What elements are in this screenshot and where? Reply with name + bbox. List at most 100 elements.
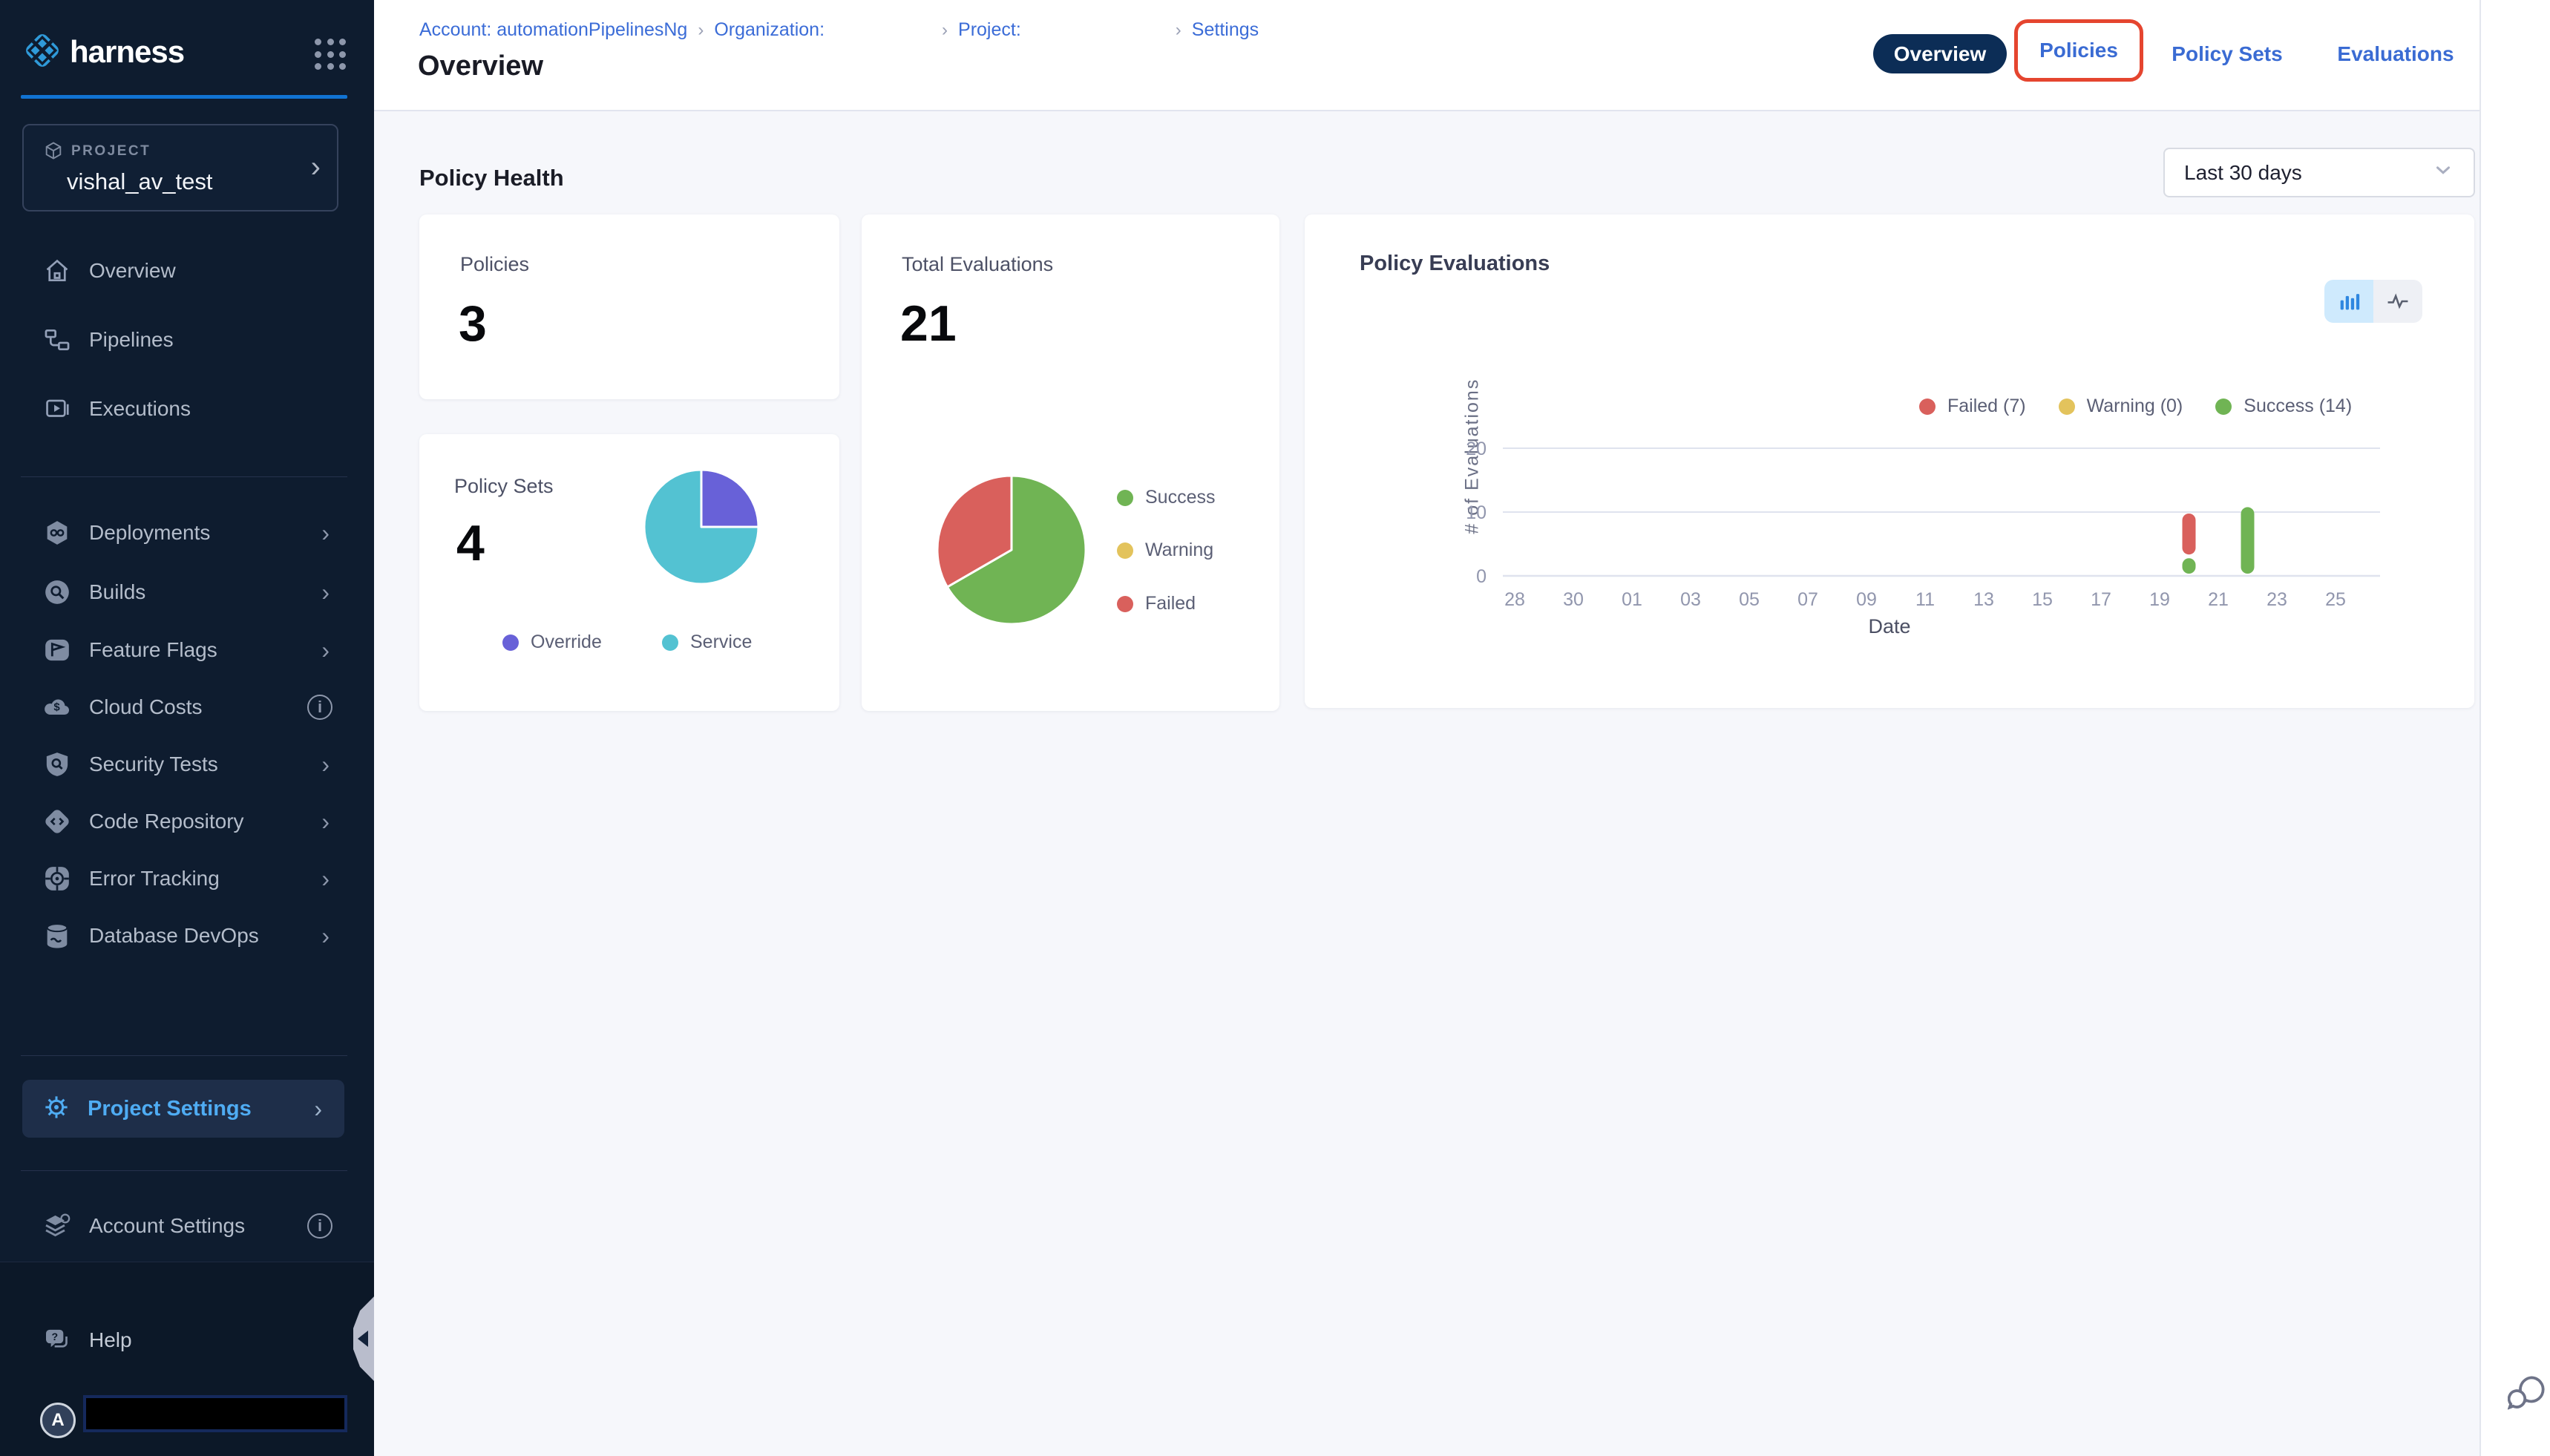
legend-item-service: Service xyxy=(662,632,752,653)
sidebar-divider xyxy=(21,1055,347,1056)
sidebar-item-security-tests[interactable]: Security Tests › xyxy=(22,742,352,787)
svg-text:05: 05 xyxy=(1739,589,1760,610)
svg-text:09: 09 xyxy=(1856,589,1877,610)
sidebar-item-label: Account Settings xyxy=(89,1214,245,1238)
sidebar-item-label: Overview xyxy=(89,259,176,283)
sidebar-item-deployments[interactable]: Deployments › xyxy=(22,511,352,555)
sidebar-item-label: Project Settings xyxy=(88,1097,252,1121)
svg-text:20: 20 xyxy=(1466,439,1487,459)
failed-dot xyxy=(1117,596,1133,612)
tab-evaluations[interactable]: Evaluations xyxy=(2336,34,2455,73)
chevron-right-icon: › xyxy=(942,20,948,41)
svg-text:10: 10 xyxy=(1466,502,1487,523)
svg-text:?: ? xyxy=(52,1331,59,1343)
svg-text:17: 17 xyxy=(2091,589,2111,610)
deployments-icon xyxy=(42,517,73,548)
breadcrumb-organization[interactable]: Organization: xyxy=(714,19,825,41)
svg-text:15: 15 xyxy=(2032,589,2053,610)
home-icon xyxy=(42,255,73,286)
app-grid-icon[interactable] xyxy=(315,39,347,71)
tab-policies-annotated[interactable]: Policies xyxy=(2014,19,2143,82)
sidebar-divider xyxy=(21,1170,347,1171)
date-range-select[interactable]: Last 30 days xyxy=(2163,148,2475,197)
tab-overview[interactable]: Overview xyxy=(1873,34,2007,73)
project-selector[interactable]: PROJECT vishal_av_test › xyxy=(22,124,338,211)
sidebar-item-error-tracking[interactable]: Error Tracking › xyxy=(22,856,352,901)
info-icon[interactable]: i xyxy=(307,1213,332,1239)
redacted-username xyxy=(83,1395,347,1432)
sidebar-item-label: Builds xyxy=(89,580,145,604)
code-repository-icon xyxy=(42,806,73,837)
main-content: Policy Health Last 30 days Policies 3 To… xyxy=(374,111,2479,1456)
sidebar-item-executions[interactable]: Executions xyxy=(22,387,352,431)
database-devops-icon xyxy=(42,920,73,951)
sidebar-item-label: Security Tests xyxy=(89,752,218,776)
success-dot xyxy=(1117,490,1133,506)
sidebar-item-label: Code Repository xyxy=(89,810,244,833)
chevron-right-icon: › xyxy=(321,865,330,893)
sidebar-item-cloud-costs[interactable]: $ Cloud Costs i xyxy=(22,685,352,729)
svg-text:23: 23 xyxy=(2267,589,2287,610)
breadcrumb-settings[interactable]: Settings xyxy=(1192,19,1259,41)
chevron-right-icon: › xyxy=(321,579,330,606)
harness-policy-overview-page: harness PROJECT vishal_av_test › Overvie… xyxy=(0,0,2550,1456)
sidebar-item-pipelines[interactable]: Pipelines xyxy=(22,318,352,362)
help-chat-icon: ? xyxy=(42,1325,73,1356)
chevron-right-icon: › xyxy=(314,1095,322,1123)
policies-card-value: 3 xyxy=(459,295,487,352)
breadcrumb-account[interactable]: Account: automationPipelinesNg xyxy=(419,19,687,41)
sidebar-item-code-repository[interactable]: Code Repository › xyxy=(22,799,352,844)
total-evaluations-pie-chart xyxy=(933,471,1090,629)
sidebar-item-database-devops[interactable]: Database DevOps › xyxy=(22,914,352,958)
info-icon[interactable]: i xyxy=(307,695,332,720)
warning-dot xyxy=(1117,542,1133,559)
sidebar-item-label: Cloud Costs xyxy=(89,695,203,719)
cube-icon xyxy=(43,140,64,165)
policy-sets-card: Policy Sets 4 Override Service xyxy=(419,434,839,711)
policies-card: Policies 3 xyxy=(419,214,839,399)
svg-text:28: 28 xyxy=(1504,589,1525,610)
legend-item-success: Success xyxy=(1117,487,1215,508)
chevron-right-icon: › xyxy=(321,808,330,836)
sidebar-item-overview[interactable]: Overview xyxy=(22,249,352,293)
svg-text:11: 11 xyxy=(1915,589,1935,610)
breadcrumb-project[interactable]: Project: xyxy=(958,19,1021,41)
tab-policy-sets[interactable]: Policy Sets xyxy=(2172,34,2283,73)
svg-text:25: 25 xyxy=(2325,589,2346,610)
svg-text:0: 0 xyxy=(1476,566,1487,587)
chevron-down-icon xyxy=(2432,159,2454,186)
section-title: Policy Health xyxy=(419,165,564,191)
sidebar-item-feature-flags[interactable]: Feature Flags › xyxy=(22,628,352,672)
sidebar-item-builds[interactable]: Builds › xyxy=(22,570,352,614)
policy-sets-pie-chart xyxy=(641,467,761,587)
pipelines-icon xyxy=(42,324,73,355)
legend-item-override: Override xyxy=(502,632,602,653)
sidebar: harness PROJECT vishal_av_test › Overvie… xyxy=(0,0,374,1456)
chevron-right-icon: › xyxy=(1176,20,1181,41)
sidebar-item-label: Error Tracking xyxy=(89,867,220,891)
legend-item-failed: Failed xyxy=(1117,593,1196,614)
harness-logo-text: harness xyxy=(70,34,184,70)
chevron-right-icon: › xyxy=(321,922,330,950)
user-avatar[interactable]: A xyxy=(40,1403,76,1438)
sidebar-item-account-settings[interactable]: Account Settings i xyxy=(22,1204,352,1248)
support-chat-icon[interactable] xyxy=(2508,1371,2546,1417)
sidebar-item-label: Executions xyxy=(89,397,191,421)
sidebar-divider xyxy=(21,476,347,477)
tab-policies[interactable]: Policies xyxy=(2039,31,2118,70)
service-dot xyxy=(662,634,678,651)
chevron-right-icon: › xyxy=(311,152,321,182)
override-dot xyxy=(502,634,519,651)
total-evaluations-value: 21 xyxy=(900,295,957,352)
date-range-value: Last 30 days xyxy=(2184,161,2302,185)
sidebar-item-help[interactable]: ? Help xyxy=(22,1318,352,1362)
sidebar-item-label: Deployments xyxy=(89,521,210,545)
policy-sets-value: 4 xyxy=(456,514,485,572)
sidebar-item-project-settings[interactable]: Project Settings › xyxy=(22,1080,344,1138)
chevron-right-icon: › xyxy=(321,751,330,778)
chevron-right-icon: › xyxy=(321,519,330,547)
project-label: PROJECT xyxy=(71,143,151,160)
harness-logo[interactable]: harness xyxy=(21,28,347,76)
svg-text:$: $ xyxy=(53,701,60,714)
builds-icon xyxy=(42,577,73,608)
